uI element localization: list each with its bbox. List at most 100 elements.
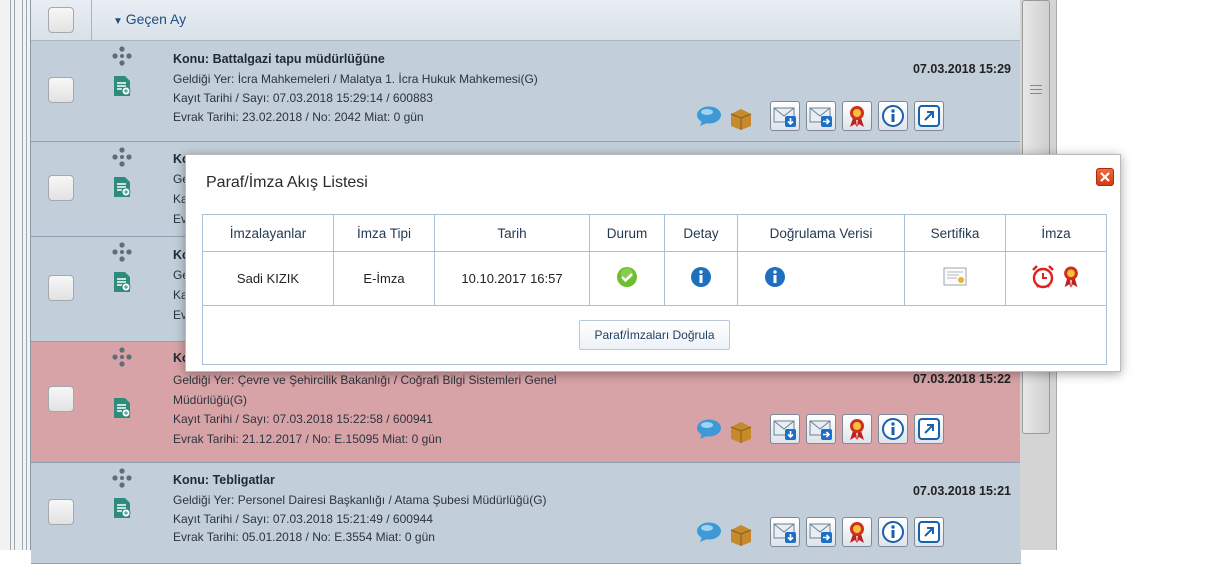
- document-add-icon[interactable]: [113, 271, 131, 293]
- table-footer-row: Paraf/İmzaları Doğrula: [202, 305, 1107, 365]
- move-icon[interactable]: [111, 241, 133, 263]
- open-external-icon: [918, 105, 940, 127]
- group-toggle[interactable]: ▼ Geçen Ay: [113, 11, 186, 27]
- signature-type-cell: E-İmza: [333, 251, 435, 306]
- package-icon[interactable]: [728, 520, 754, 546]
- signature-date-cell: 10.10.2017 16:57: [434, 251, 590, 306]
- info-button[interactable]: [878, 517, 908, 547]
- info-icon: [882, 105, 904, 127]
- forward-mail-button[interactable]: [806, 414, 836, 444]
- document-add-icon[interactable]: [113, 397, 131, 419]
- row-date: 07.03.2018 15:29: [912, 62, 1011, 76]
- verify-signatures-button[interactable]: Paraf/İmzaları Doğrula: [579, 320, 730, 350]
- open-external-button[interactable]: [914, 101, 944, 131]
- info-button[interactable]: [878, 101, 908, 131]
- group-label: Geçen Ay: [125, 11, 187, 27]
- ribbon-award-icon: [850, 419, 864, 440]
- move-icon[interactable]: [111, 146, 133, 168]
- verification-data-cell: [737, 251, 905, 306]
- scrollbar-grip: [1030, 85, 1042, 97]
- column-header: Tarih: [434, 214, 590, 252]
- row-checkbox[interactable]: [48, 77, 74, 103]
- row-date: 07.03.2018 15:22: [912, 372, 1011, 386]
- row-record: Kayıt Tarihi / Sayı: 07.03.2018 15:21:49…: [173, 512, 433, 526]
- comment-bubble-icon[interactable]: [696, 105, 722, 127]
- row-date: 07.03.2018 15:21: [912, 484, 1011, 498]
- list-item[interactable]: Konu: Battalgazi tapu müdürlüğüne Geldiğ…: [31, 41, 1021, 142]
- download-mail-icon: [773, 107, 796, 127]
- group-checkbox[interactable]: [48, 7, 74, 33]
- move-icon[interactable]: [111, 467, 133, 489]
- move-icon[interactable]: [111, 45, 133, 67]
- ribbon-award-icon[interactable]: [1060, 264, 1082, 290]
- forward-mail-icon: [809, 107, 832, 127]
- row-doc: Evrak Tarihi: 21.12.2017 / No: E.15095 M…: [173, 432, 442, 446]
- verify-cell: Paraf/İmzaları Doğrula: [202, 305, 1107, 365]
- comment-bubble-icon[interactable]: [696, 521, 722, 543]
- certificate-icon[interactable]: [943, 267, 967, 287]
- column-header: İmzalayanlar: [202, 214, 334, 252]
- info-icon: [882, 521, 904, 543]
- row-checkbox[interactable]: [48, 275, 74, 301]
- info-icon[interactable]: [690, 266, 712, 288]
- row-actions: [696, 517, 1008, 549]
- open-external-icon: [918, 521, 940, 543]
- column-header: İmza: [1005, 214, 1107, 252]
- move-icon[interactable]: [111, 346, 133, 368]
- column-header: Sertifika: [904, 214, 1006, 252]
- caret-down-icon: ▼: [113, 16, 126, 27]
- info-icon[interactable]: [764, 266, 786, 288]
- signature-flow-dialog: Paraf/İmza Akış Listesi İmzalayanlar İmz…: [185, 154, 1121, 372]
- award-button[interactable]: [842, 517, 872, 547]
- download-mail-button[interactable]: [770, 101, 800, 131]
- open-external-button[interactable]: [914, 517, 944, 547]
- dialog-title: Paraf/İmza Akış Listesi: [206, 174, 368, 191]
- award-button[interactable]: [842, 414, 872, 444]
- download-mail-button[interactable]: [770, 517, 800, 547]
- close-icon: [1100, 172, 1110, 182]
- info-button[interactable]: [878, 414, 908, 444]
- open-external-button[interactable]: [914, 414, 944, 444]
- document-add-icon[interactable]: [113, 497, 131, 519]
- row-doc: Evrak Tarihi: 23.02.2018 / No: 2042 Miat…: [173, 110, 424, 124]
- forward-mail-icon: [809, 420, 832, 440]
- table-header-row: İmzalayanlar İmza Tipi Tarih Durum Detay…: [202, 214, 1107, 252]
- status-cell: [589, 251, 665, 306]
- group-header[interactable]: ▼ Geçen Ay: [31, 0, 1021, 41]
- forward-mail-button[interactable]: [806, 517, 836, 547]
- signer-cell: Sadi KIZIK: [202, 251, 334, 306]
- row-actions: [696, 101, 1008, 133]
- forward-mail-button[interactable]: [806, 101, 836, 131]
- row-checkbox[interactable]: [48, 499, 74, 525]
- row-record: Kayıt Tarihi / Sayı: 07.03.2018 15:22:58…: [173, 412, 433, 426]
- column-header: Durum: [589, 214, 665, 252]
- row-checkbox[interactable]: [48, 175, 74, 201]
- ribbon-award-icon: [850, 106, 864, 127]
- row-checkbox[interactable]: [48, 386, 74, 412]
- award-button[interactable]: [842, 101, 872, 131]
- row-subject: Konu: Battalgazi tapu müdürlüğüne: [173, 52, 385, 66]
- signature-cell: [1005, 251, 1107, 306]
- forward-mail-icon: [809, 523, 832, 543]
- package-icon[interactable]: [728, 104, 754, 130]
- table-row: Sadi KIZIK E-İmza 10.10.2017 16:57: [202, 251, 1107, 306]
- column-header: İmza Tipi: [333, 214, 435, 252]
- row-from: Geldiği Yer: İcra Mahkemeleri / Malatya …: [173, 72, 538, 86]
- download-mail-icon: [773, 523, 796, 543]
- package-icon[interactable]: [728, 417, 754, 443]
- row-doc: Evrak Tarihi: 05.01.2018 / No: E.3554 Mi…: [173, 530, 435, 544]
- list-item[interactable]: Konu: Tebligatlar Geldiği Yer: Personel …: [31, 463, 1021, 564]
- column-header: Doğrulama Verisi: [737, 214, 905, 252]
- row-subject: Konu: Tebligatlar: [173, 473, 275, 487]
- download-mail-button[interactable]: [770, 414, 800, 444]
- document-add-icon[interactable]: [113, 176, 131, 198]
- row-actions: [696, 414, 1008, 446]
- comment-bubble-icon[interactable]: [696, 418, 722, 440]
- left-panel-edge: [0, 0, 30, 550]
- close-button[interactable]: [1096, 168, 1114, 186]
- group-select-cell: [31, 0, 92, 40]
- document-add-icon[interactable]: [113, 75, 131, 97]
- row-from-continued: Müdürlüğü(G): [173, 393, 248, 407]
- detail-cell: [664, 251, 738, 306]
- alarm-clock-icon[interactable]: [1030, 264, 1056, 290]
